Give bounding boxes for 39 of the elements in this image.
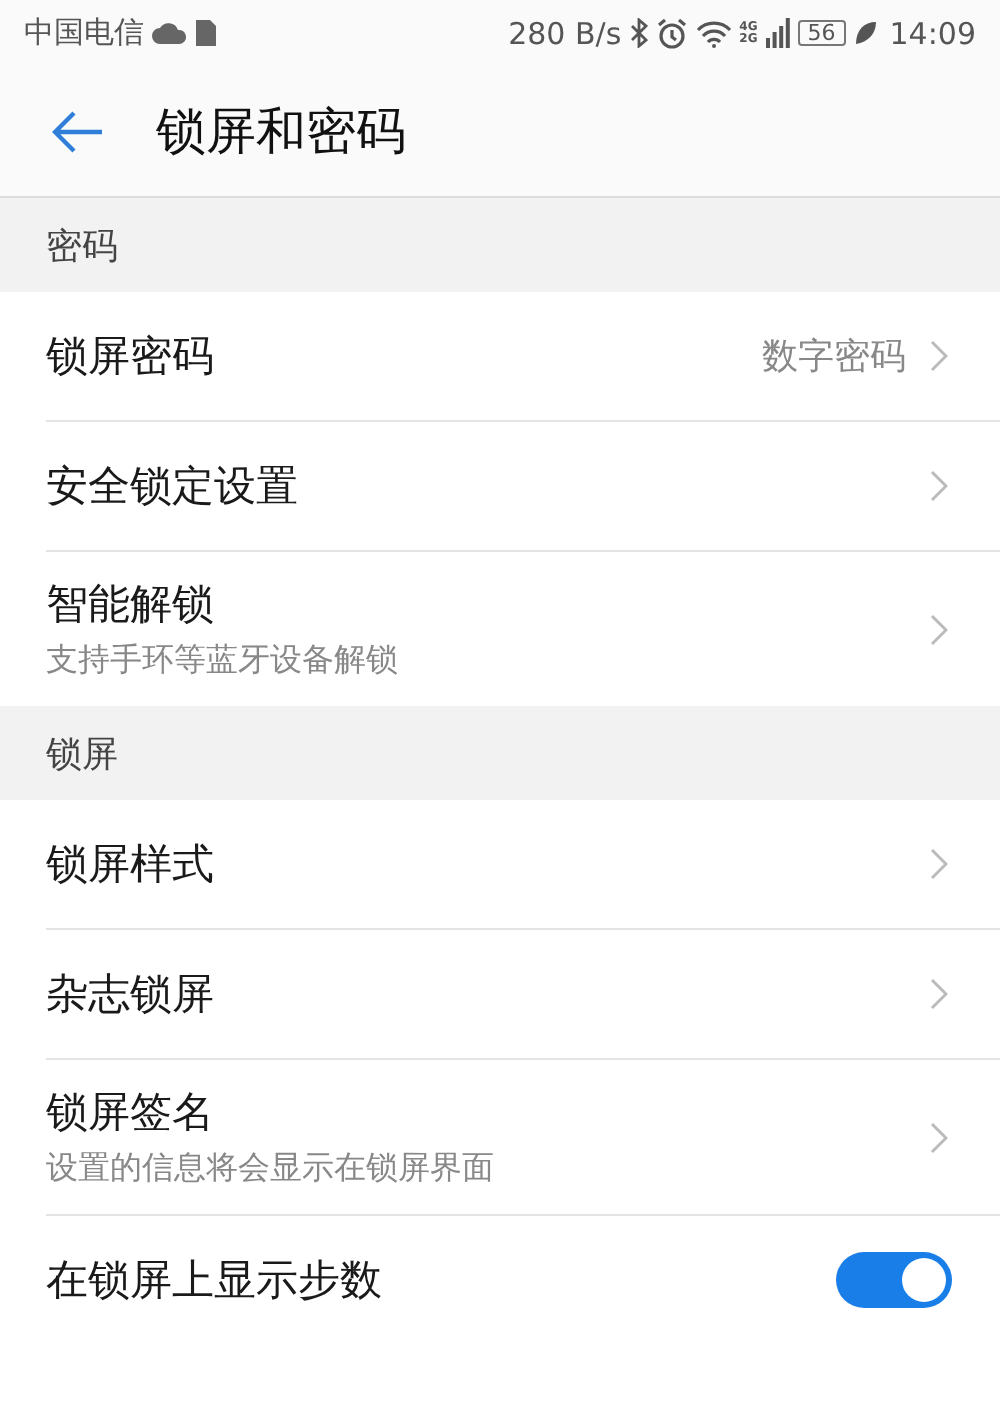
bluetooth-icon [629, 18, 648, 48]
settings-row[interactable]: 安全锁定设置 [46, 422, 1000, 552]
alarm-icon [655, 17, 688, 49]
carrier-name: 中国电信 [24, 14, 144, 52]
section-header: 锁屏 [46, 731, 118, 777]
row-label: 杂志锁屏 [46, 968, 216, 1022]
chevron-icon [930, 470, 948, 502]
leaf-icon [853, 20, 878, 46]
chevron-icon [930, 848, 948, 880]
row-label: 智能解锁 [46, 578, 216, 632]
row-label: 锁屏密码 [46, 330, 216, 384]
page-title: 锁屏和密码 [156, 100, 406, 164]
row-label: 锁屏签名 [46, 1086, 216, 1140]
section-header: 密码 [46, 223, 118, 269]
battery-indicator: 56 [797, 20, 846, 46]
chevron-icon [930, 1121, 948, 1153]
settings-row[interactable]: 智能解锁 支持手环等蓝牙设备解锁 [46, 552, 1000, 706]
toggle-switch[interactable] [836, 1252, 952, 1308]
signal-icon [765, 18, 790, 48]
chevron-icon [930, 613, 948, 645]
settings-row[interactable]: 在锁屏上显示步数 [46, 1216, 1000, 1344]
row-value: 数字密码 [762, 334, 906, 380]
row-label: 安全锁定设置 [46, 460, 300, 514]
settings-row[interactable]: 杂志锁屏 [46, 930, 1000, 1060]
row-description: 支持手环等蓝牙设备解锁 [46, 640, 400, 682]
sd-card-icon [196, 20, 216, 46]
settings-row[interactable]: 锁屏密码 数字密码 [46, 292, 1000, 422]
chevron-icon [930, 340, 948, 372]
row-description: 设置的信息将会显示在锁屏界面 [46, 1148, 496, 1190]
clock: 14:09 [889, 15, 976, 51]
settings-row[interactable]: 锁屏签名 设置的信息将会显示在锁屏界面 [46, 1060, 1000, 1216]
chevron-icon [930, 978, 948, 1010]
row-label: 在锁屏上显示步数 [46, 1254, 384, 1308]
settings-row[interactable]: 锁屏样式 [46, 800, 1000, 930]
row-label: 锁屏样式 [46, 838, 216, 892]
network-speed: 280 B/s [508, 15, 622, 51]
wifi-icon [695, 19, 732, 47]
back-arrow-icon[interactable] [52, 109, 104, 153]
cloud-icon [152, 22, 188, 44]
